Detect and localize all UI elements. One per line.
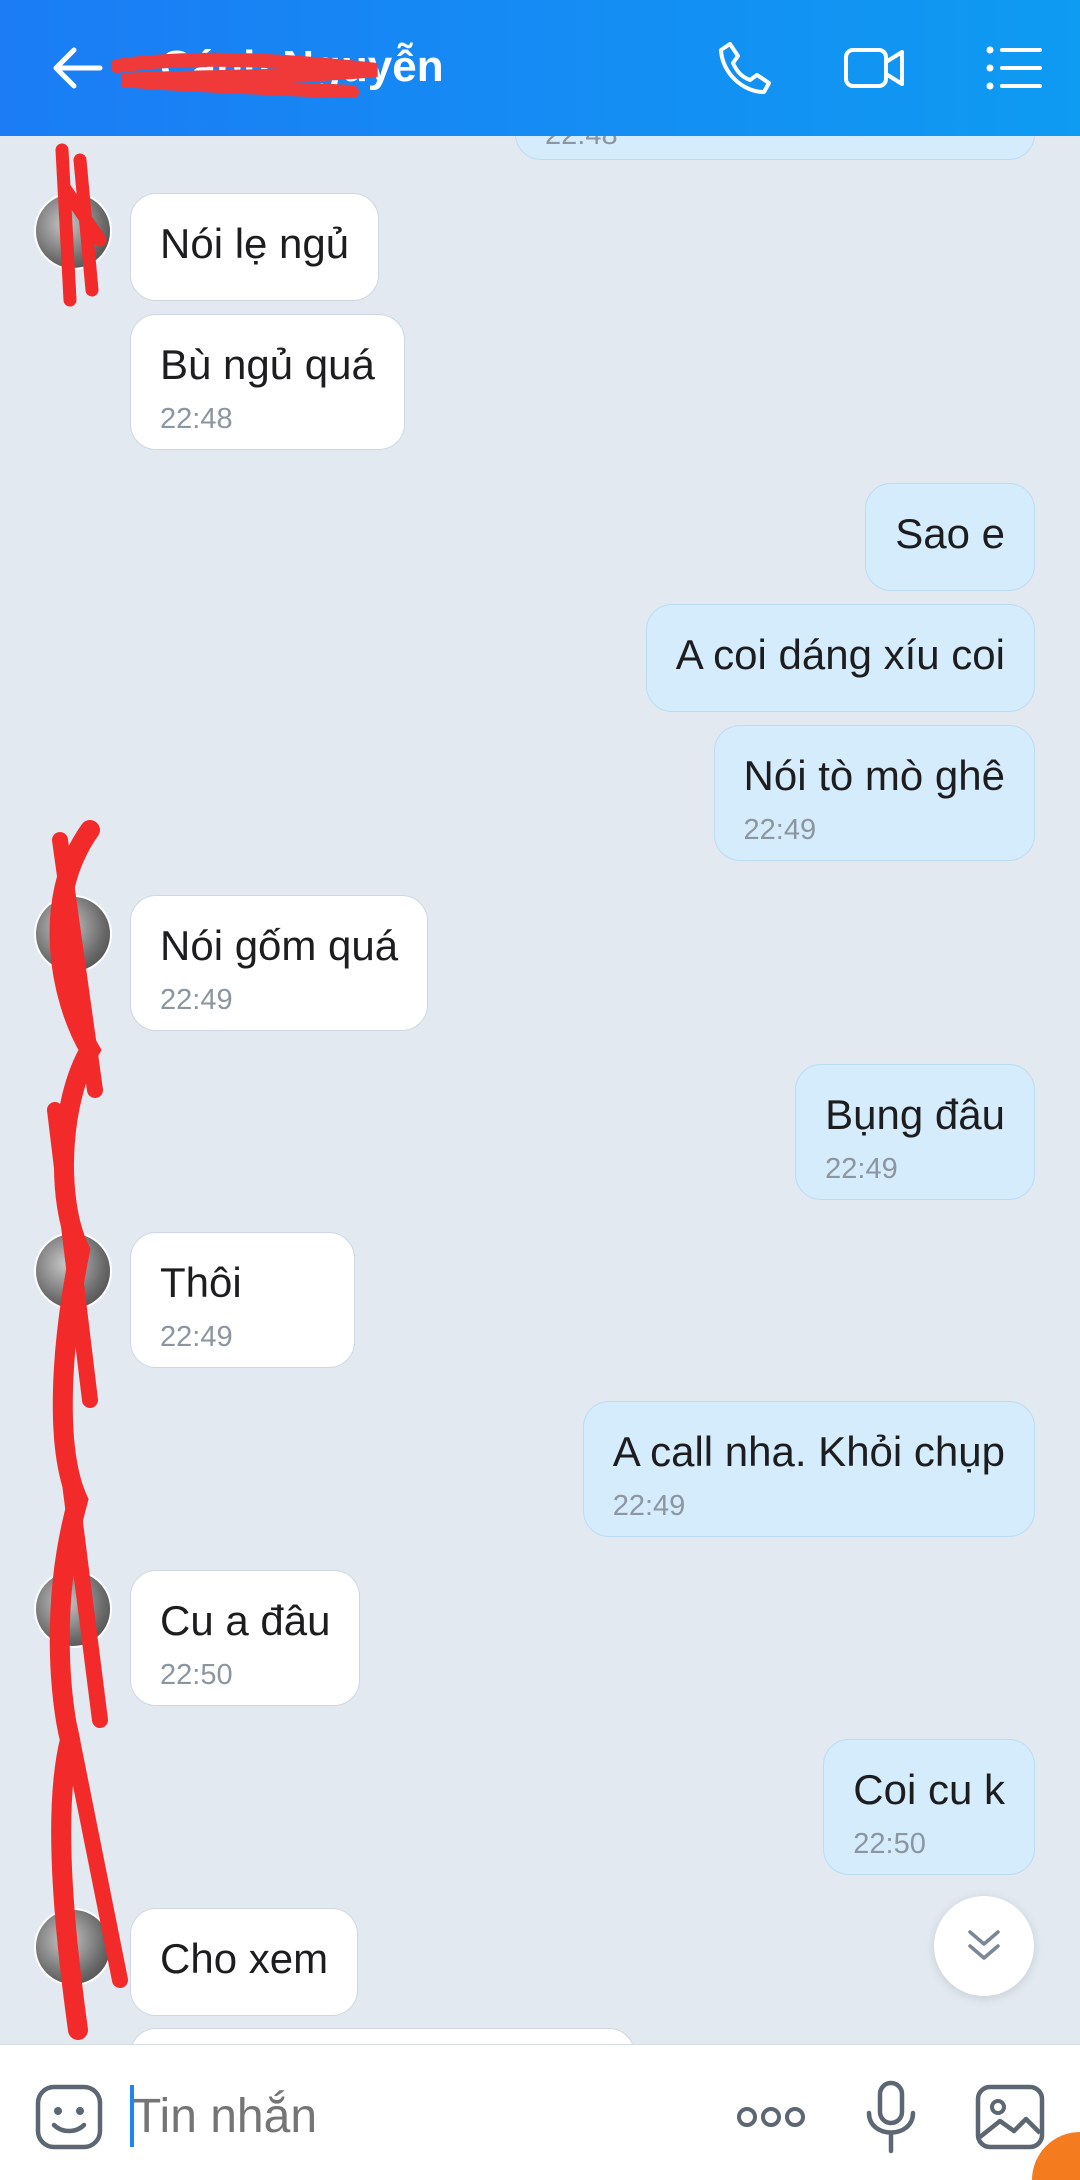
avatar[interactable] xyxy=(34,1232,112,1310)
avatar[interactable] xyxy=(34,895,112,973)
message-text: Nói tò mò ghê xyxy=(743,752,1005,799)
message-time: 22:50 xyxy=(853,1828,926,1860)
message-text: Cho xem xyxy=(160,1935,329,1982)
message-bubble-outgoing[interactable]: Sao e xyxy=(865,483,1035,591)
message-bubble-outgoing[interactable]: Bụng đâu 22:49 xyxy=(795,1064,1035,1200)
message-bubble-incoming[interactable]: Nói lẹ ngủ xyxy=(130,193,380,301)
message-bubble-outgoing[interactable]: Nói tò mò ghê 22:49 xyxy=(713,725,1035,861)
avatar[interactable] xyxy=(34,1908,112,1986)
double-chevron-down-icon xyxy=(968,1930,1000,1960)
more-options-icon[interactable] xyxy=(733,2079,809,2155)
avatar[interactable] xyxy=(34,192,112,270)
message-text: Bù ngủ quá xyxy=(160,341,375,388)
message-text: Coi cu k xyxy=(853,1766,1005,1813)
message-text: A coi dáng xíu coi xyxy=(675,631,1005,678)
redaction-scribble xyxy=(47,143,128,2040)
chat-header: Cánh Nguyễn xyxy=(0,0,1080,136)
message-time: 22:48 xyxy=(160,403,233,435)
avatar[interactable] xyxy=(34,1570,112,1648)
message-time: 22:49 xyxy=(612,1490,686,1522)
message-text: Bụng đâu xyxy=(825,1091,1005,1138)
message-text: Nói lẹ ngủ xyxy=(160,220,350,267)
menu-list-icon[interactable] xyxy=(982,36,1046,100)
message-text: Thôi xyxy=(160,1259,242,1306)
message-input[interactable] xyxy=(132,2089,692,2144)
message-text: A call nha. Khỏi chụp xyxy=(612,1428,1005,1475)
message-bubble-incoming[interactable]: Thôi 22:49 xyxy=(130,1232,355,1368)
image-gallery-icon[interactable] xyxy=(972,2079,1048,2155)
message-text: Cu a đâu xyxy=(160,1597,331,1644)
message-bubble-incoming[interactable]: Cu a đâu 22:50 xyxy=(130,1570,361,1706)
message-time: 22:49 xyxy=(825,1153,898,1185)
message-bubble-incoming[interactable]: Cho xem xyxy=(130,1908,359,2016)
message-time: 22:49 xyxy=(160,984,233,1016)
message-bubble-outgoing[interactable]: A coi dáng xíu coi xyxy=(645,604,1035,712)
redaction-scribble xyxy=(112,52,378,98)
back-arrow-icon[interactable] xyxy=(46,36,110,100)
scroll-to-bottom-button[interactable] xyxy=(934,1896,1034,1996)
message-time: 22:49 xyxy=(160,1321,233,1353)
message-bubble-incoming[interactable]: Nói gốm quá 22:49 xyxy=(130,895,429,1031)
message-bubble-outgoing[interactable]: A call nha. Khỏi chụp 22:49 xyxy=(582,1401,1035,1537)
video-call-icon[interactable] xyxy=(842,36,906,100)
message-bubble-incoming[interactable]: Bù ngủ quá 22:48 xyxy=(130,314,405,450)
microphone-icon[interactable] xyxy=(853,2079,929,2155)
message-time: 22:49 xyxy=(743,814,817,846)
emoji-sticker-icon[interactable] xyxy=(32,2079,108,2155)
message-text: Sao e xyxy=(895,510,1005,557)
phone-icon[interactable] xyxy=(712,36,776,100)
message-text: Nói gốm quá xyxy=(160,922,399,969)
message-time: 22:50 xyxy=(160,1659,233,1691)
message-bubble-outgoing[interactable]: Coi cu k 22:50 xyxy=(823,1739,1035,1875)
message-composer xyxy=(0,2044,1080,2180)
